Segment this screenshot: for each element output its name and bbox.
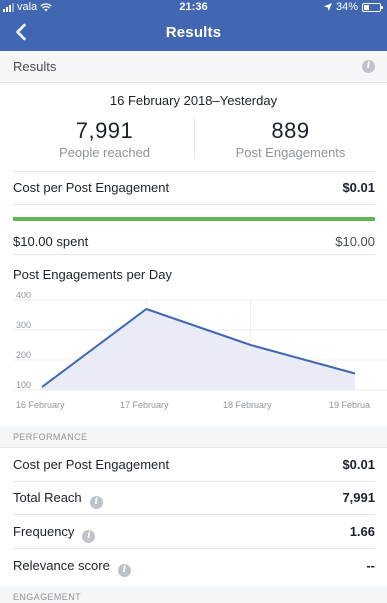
amount-spent: $10.00 spent (13, 234, 89, 249)
people-reached-label: People reached (58, 145, 151, 160)
chart-area-fill (42, 309, 355, 390)
results-section-label: Results (13, 59, 57, 74)
info-icon[interactable]: i (82, 530, 96, 543)
y-tick-label: 400 (16, 292, 31, 300)
x-tick-label: 17 February (120, 400, 169, 410)
perf-row-relevance-score: Relevance score i -- (13, 550, 375, 582)
perf-row-cost: Cost per Post Engagement $0.01 (13, 449, 375, 481)
perf-row-total-reach: Total Reach i 7,991 (13, 482, 375, 514)
info-icon[interactable]: i (362, 60, 375, 73)
info-icon[interactable]: i (117, 564, 131, 577)
people-reached-metric: 7,991 People reached (8, 118, 201, 160)
divider (13, 204, 375, 205)
results-section-header: Results i (0, 51, 387, 83)
y-tick-label: 300 (16, 320, 31, 330)
battery-percent: 34% (335, 1, 358, 13)
divider (13, 548, 375, 549)
perf-row-label: Cost per Post Engagement (13, 457, 170, 472)
post-engagements-chart: 400 300 200 100 16 February 17 February 18 Feb… (14, 292, 387, 410)
y-tick-label: 100 (16, 380, 31, 390)
budget-amount: $10.00 (335, 234, 375, 249)
status-bar: vala 21:36 34% (0, 0, 387, 14)
x-tick-label: 18 February (223, 400, 272, 410)
y-tick-label: 200 (16, 350, 31, 360)
cost-per-engagement-label: Cost per Post Engagement (13, 180, 170, 195)
divider (13, 514, 375, 515)
perf-row-frequency: Frequency i 1.66 (13, 516, 375, 548)
cost-per-engagement-row: Cost per Post Engagement $0.01 (13, 172, 375, 204)
info-icon[interactable]: i (89, 496, 103, 509)
people-reached-value: 7,991 (75, 118, 134, 143)
date-range: 16 February 2018–Yesterday (109, 93, 278, 108)
perf-row-label: Frequency (13, 524, 75, 539)
cost-per-engagement-value: $0.01 (342, 180, 375, 195)
navigation-bar: Results (0, 14, 387, 51)
spend-progress-fill (13, 217, 375, 221)
page-title: Results (165, 24, 222, 41)
perf-row-value: -- (366, 558, 375, 573)
perf-row-value: 7,991 (342, 490, 375, 505)
chart-title: Post Engagements per Day (13, 267, 172, 282)
spend-progress-bar (13, 217, 375, 221)
battery-icon (362, 2, 383, 12)
performance-section-label: PERFORMANCE (13, 432, 88, 442)
post-engagements-label: Post Engagements (235, 145, 346, 160)
engagement-section-label: ENGAGEMENT (13, 592, 82, 602)
top-bar: vala 21:36 34% Results (0, 0, 387, 51)
perf-row-label: Relevance score (13, 558, 110, 573)
performance-section-header: PERFORMANCE (0, 426, 387, 448)
divider (13, 254, 375, 255)
engagement-section-header: ENGAGEMENT (0, 586, 387, 603)
perf-row-label: Total Reach (13, 490, 82, 505)
post-engagements-value: 889 (271, 118, 310, 143)
perf-row-value: 1.66 (349, 524, 375, 539)
x-tick-label: 16 February (16, 400, 65, 410)
post-engagements-metric: 889 Post Engagements (194, 118, 387, 160)
location-arrow-icon (323, 3, 332, 11)
perf-row-value: $0.01 (342, 457, 375, 472)
x-tick-label: 19 Februa (329, 400, 370, 410)
